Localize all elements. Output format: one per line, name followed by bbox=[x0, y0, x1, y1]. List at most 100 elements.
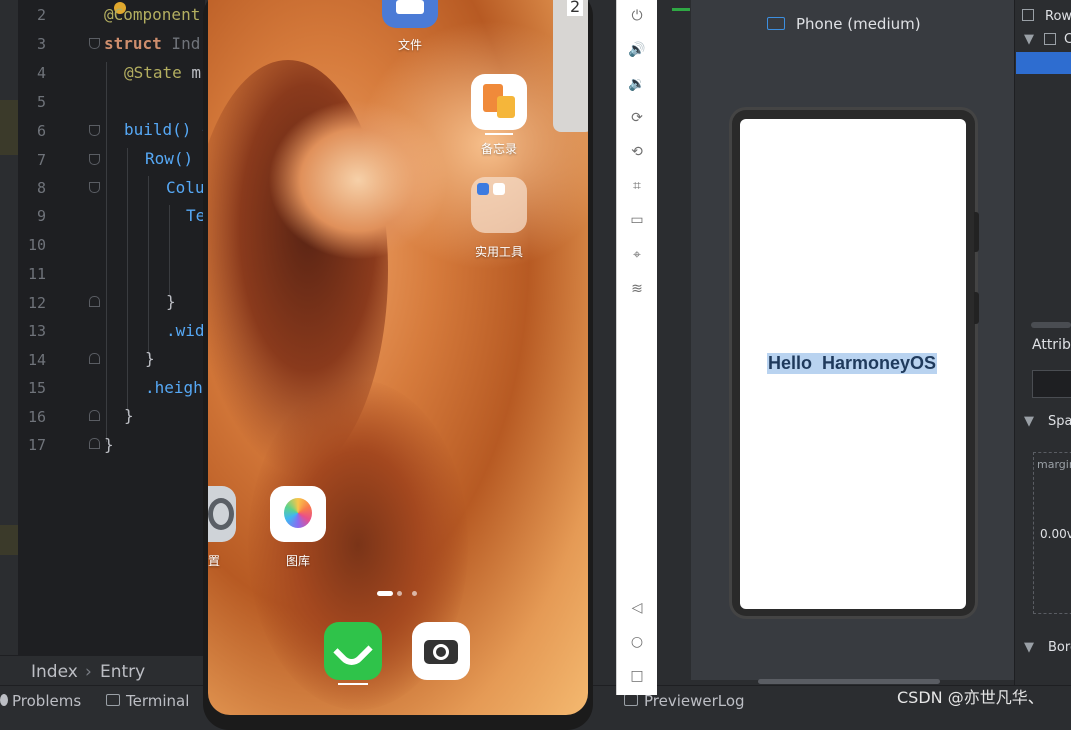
home-icon[interactable]: ○ bbox=[627, 632, 647, 652]
code-line: } bbox=[145, 349, 155, 368]
previewer-log-tab[interactable]: PreviewerLog bbox=[644, 692, 745, 710]
problems-icon bbox=[0, 694, 8, 706]
gutter-highlight bbox=[0, 525, 18, 555]
memo-app-icon[interactable] bbox=[471, 74, 527, 130]
phone-app-icon[interactable] bbox=[324, 622, 382, 680]
fold-marker[interactable] bbox=[89, 296, 100, 307]
code-line: .heigh bbox=[145, 378, 203, 397]
code-line: .wid bbox=[166, 321, 205, 340]
settings-app-label: 置 bbox=[208, 554, 220, 568]
indent-guide bbox=[169, 205, 170, 295]
spacing-section[interactable]: Spa bbox=[1048, 414, 1071, 429]
tree-expand-icon[interactable]: ▼ bbox=[1024, 32, 1034, 47]
recent-card[interactable]: 2 bbox=[553, 0, 588, 132]
hello-text[interactable]: Hello HarmoneyOS bbox=[767, 353, 938, 374]
tree-selected-row[interactable] bbox=[1016, 52, 1071, 74]
attributes-header: Attribu bbox=[1032, 337, 1071, 353]
emulator-screen[interactable]: 2 文件 备忘录 实用工具 置 图库 bbox=[208, 0, 588, 715]
fold-marker[interactable] bbox=[89, 182, 100, 193]
files-app-label: 文件 bbox=[397, 38, 422, 52]
files-glyph bbox=[396, 0, 424, 14]
code-line: build() { bbox=[124, 120, 205, 139]
margin-value[interactable]: 0.00v bbox=[1040, 527, 1071, 541]
memo-indicator bbox=[485, 133, 513, 135]
phone-indicator bbox=[338, 683, 368, 685]
line-number: 5 bbox=[36, 93, 46, 111]
settings-app-icon[interactable] bbox=[208, 486, 236, 542]
code-line: Row() { bbox=[145, 149, 205, 168]
line-number: 13 bbox=[27, 322, 46, 340]
memo-app-label: 备忘录 bbox=[480, 142, 517, 156]
code-line: @Component bbox=[104, 5, 201, 24]
tools-folder-icon[interactable] bbox=[471, 177, 527, 233]
camera-app-icon[interactable] bbox=[412, 622, 470, 680]
recent-badge: 2 bbox=[567, 0, 584, 16]
location-icon[interactable]: ⌖ bbox=[627, 245, 647, 265]
gallery-app-icon[interactable] bbox=[270, 486, 326, 542]
rotate-icon[interactable]: ⟳ bbox=[627, 108, 647, 128]
attribute-search-input[interactable] bbox=[1032, 370, 1071, 398]
fold-marker[interactable] bbox=[89, 125, 100, 136]
flower-icon bbox=[284, 498, 312, 528]
volume-up-icon[interactable]: 🔊 bbox=[627, 40, 647, 60]
page-indicator bbox=[412, 591, 417, 596]
volume-down-icon[interactable]: 🔉 bbox=[627, 74, 647, 94]
device-selector[interactable]: Phone (medium) bbox=[796, 15, 921, 33]
gallery-app-label: 图库 bbox=[285, 554, 310, 568]
emulator-toolbar: ⏻ 🔊 🔉 ⟳ ⟲ ⌗ ▭ ⌖ ≋ ◁ ○ □ bbox=[616, 0, 657, 695]
inspector-splitter[interactable] bbox=[1031, 322, 1071, 328]
device-icon bbox=[767, 17, 785, 30]
line-number: 3 bbox=[36, 35, 46, 53]
code-line: } bbox=[166, 292, 176, 311]
fold-marker[interactable] bbox=[89, 438, 100, 449]
indent-guide bbox=[148, 176, 149, 356]
tree-column-label[interactable]: C bbox=[1064, 32, 1071, 47]
editor-gutter-strip bbox=[0, 0, 18, 655]
line-number: 17 bbox=[27, 436, 46, 454]
breadcrumb-separator: › bbox=[85, 662, 92, 682]
line-number: 14 bbox=[27, 351, 46, 369]
watermark: CSDN @亦世凡华、 bbox=[897, 688, 1044, 707]
terminal-tab[interactable]: Terminal bbox=[126, 692, 189, 710]
fold-marker[interactable] bbox=[89, 410, 100, 421]
tree-row-label[interactable]: Row bbox=[1045, 9, 1071, 24]
gear-icon bbox=[208, 498, 234, 530]
component-icon bbox=[1044, 33, 1056, 45]
terminal-icon bbox=[106, 694, 120, 706]
line-number: 12 bbox=[27, 294, 46, 312]
recent-icon[interactable]: □ bbox=[627, 666, 647, 686]
spacing-expand-icon[interactable]: ▼ bbox=[1024, 414, 1034, 429]
problems-tab[interactable]: Problems bbox=[12, 692, 81, 710]
breadcrumb-file[interactable]: Index bbox=[31, 662, 78, 682]
code-line: } bbox=[104, 435, 114, 454]
line-number: 7 bbox=[36, 151, 46, 169]
line-number: 10 bbox=[27, 236, 46, 254]
code-editor[interactable]: 2 3 4 5 6 7 8 9 10 11 12 13 14 15 16 17 … bbox=[0, 0, 205, 655]
line-number: 16 bbox=[27, 408, 46, 426]
breadcrumb-symbol[interactable]: Entry bbox=[100, 662, 145, 682]
power-icon[interactable]: ⏻ bbox=[627, 6, 647, 26]
crop-icon[interactable]: ⌗ bbox=[627, 176, 647, 196]
rotate-back-icon[interactable]: ⟲ bbox=[627, 142, 647, 162]
camera-lens bbox=[433, 644, 449, 660]
wifi-icon[interactable]: ≋ bbox=[627, 279, 647, 299]
line-number: 4 bbox=[36, 64, 46, 82]
line-number: 6 bbox=[36, 122, 46, 140]
back-icon[interactable]: ◁ bbox=[627, 598, 647, 618]
code-line: @State m bbox=[124, 63, 202, 82]
line-number: 8 bbox=[36, 179, 46, 197]
fold-marker[interactable] bbox=[89, 38, 100, 49]
fold-marker[interactable] bbox=[89, 154, 100, 165]
component-icon bbox=[1022, 9, 1034, 21]
calculator-mini-icon bbox=[493, 183, 505, 195]
page-indicator-active bbox=[377, 591, 393, 596]
indent-guide bbox=[106, 62, 107, 442]
battery-icon[interactable]: ▭ bbox=[627, 210, 647, 230]
fold-marker[interactable] bbox=[89, 353, 100, 364]
border-expand-icon[interactable]: ▼ bbox=[1024, 640, 1034, 655]
border-section[interactable]: Bord bbox=[1048, 640, 1071, 655]
code-line: Colu bbox=[166, 178, 205, 197]
files-app-icon[interactable] bbox=[382, 0, 438, 28]
memo-glyph bbox=[497, 96, 515, 118]
breadcrumb: Index › Entry bbox=[0, 655, 205, 686]
